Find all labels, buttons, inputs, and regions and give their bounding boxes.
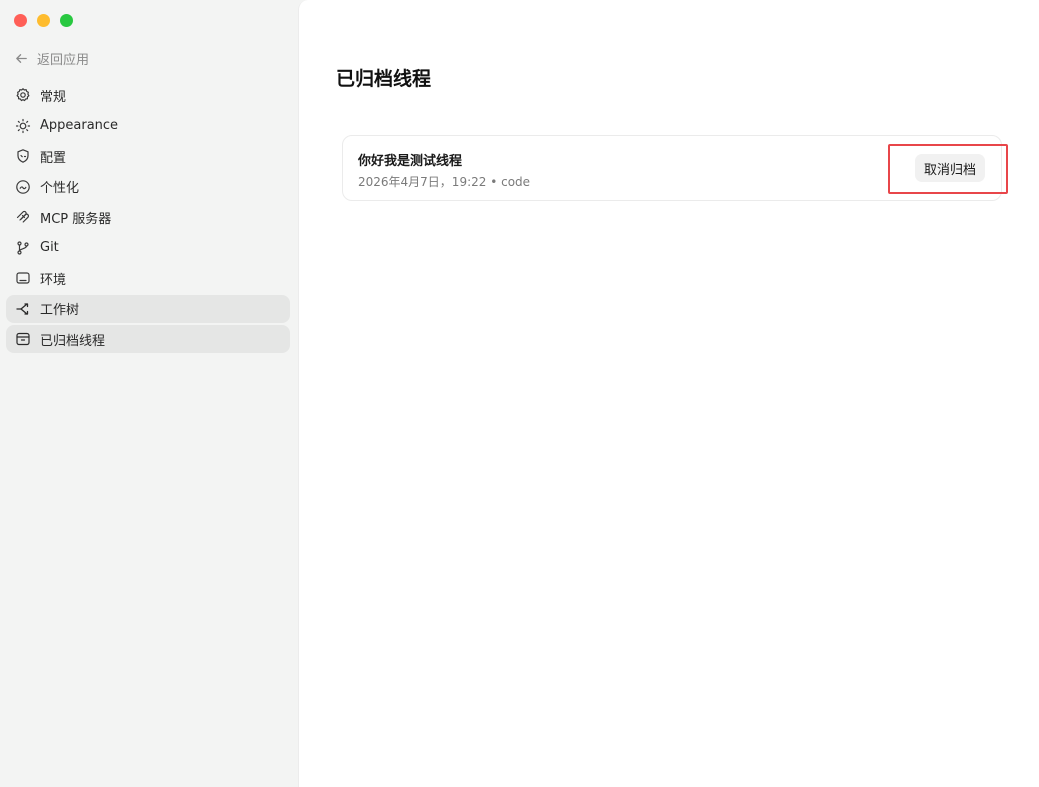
sidebar-item-general[interactable]: 常规: [6, 81, 290, 109]
settings-nav: 常规 Appearance 配置 个性化 MCP 服务器 Git 环境 工作树 …: [6, 81, 290, 356]
archived-thread-card: 你好我是测试线程 2026年4月7日，19:22 • code 取消归档: [342, 135, 1008, 201]
sidebar-item-label: MCP 服务器: [40, 211, 112, 227]
monitor-icon: [15, 270, 31, 286]
page-title: 已归档线程: [336, 68, 432, 90]
sidebar-item-label: 环境: [40, 272, 67, 288]
sidebar-item-personalization[interactable]: 个性化: [6, 173, 290, 201]
sidebar-item-worktree[interactable]: 工作树: [6, 294, 290, 323]
shield-icon: [15, 148, 31, 164]
sidebar-item-mcp-servers[interactable]: MCP 服务器: [6, 203, 290, 231]
sidebar-item-label: 工作树: [40, 303, 80, 318]
back-to-app-link[interactable]: 返回应用: [14, 48, 89, 68]
sidebar-item-label: Git: [40, 240, 59, 255]
sidebar-item-label: Appearance: [40, 118, 119, 133]
back-label: 返回应用: [37, 52, 90, 68]
sidebar-item-label: 已归档线程: [40, 333, 106, 349]
git-branch-icon: [15, 240, 31, 256]
gear-icon: [15, 87, 31, 103]
archive-icon: [15, 331, 31, 347]
sidebar-item-git[interactable]: Git: [6, 234, 290, 262]
sidebar-item-label: 常规: [40, 89, 67, 105]
sidebar: 返回应用 常规 Appearance 配置 个性化 MCP 服务器 Git 环境…: [0, 0, 298, 787]
sidebar-item-label: 个性化: [40, 181, 80, 196]
arrow-left-icon: [16, 53, 27, 63]
sidebar-item-appearance[interactable]: Appearance: [6, 112, 290, 140]
main-panel: 已归档线程 你好我是测试线程 2026年4月7日，19:22 • code 取消…: [298, 0, 1039, 787]
sidebar-item-label: 配置: [40, 150, 67, 166]
minimize-window-button[interactable]: [37, 14, 50, 27]
close-window-button[interactable]: [14, 14, 27, 27]
thread-title: 你好我是测试线程: [358, 154, 463, 169]
worktree-icon: [15, 301, 31, 317]
sidebar-item-config[interactable]: 配置: [6, 142, 290, 170]
unarchive-button[interactable]: 取消归档: [915, 154, 985, 182]
sidebar-item-archived-threads[interactable]: 已归档线程: [6, 325, 290, 353]
window-controls: [14, 14, 73, 27]
zoom-window-button[interactable]: [60, 14, 73, 27]
palette-icon: [15, 179, 31, 195]
sidebar-item-environment[interactable]: 环境: [6, 264, 290, 292]
mcp-icon: [15, 209, 31, 225]
sun-icon: [15, 118, 31, 134]
thread-meta: 2026年4月7日，19:22 • code: [358, 175, 531, 189]
